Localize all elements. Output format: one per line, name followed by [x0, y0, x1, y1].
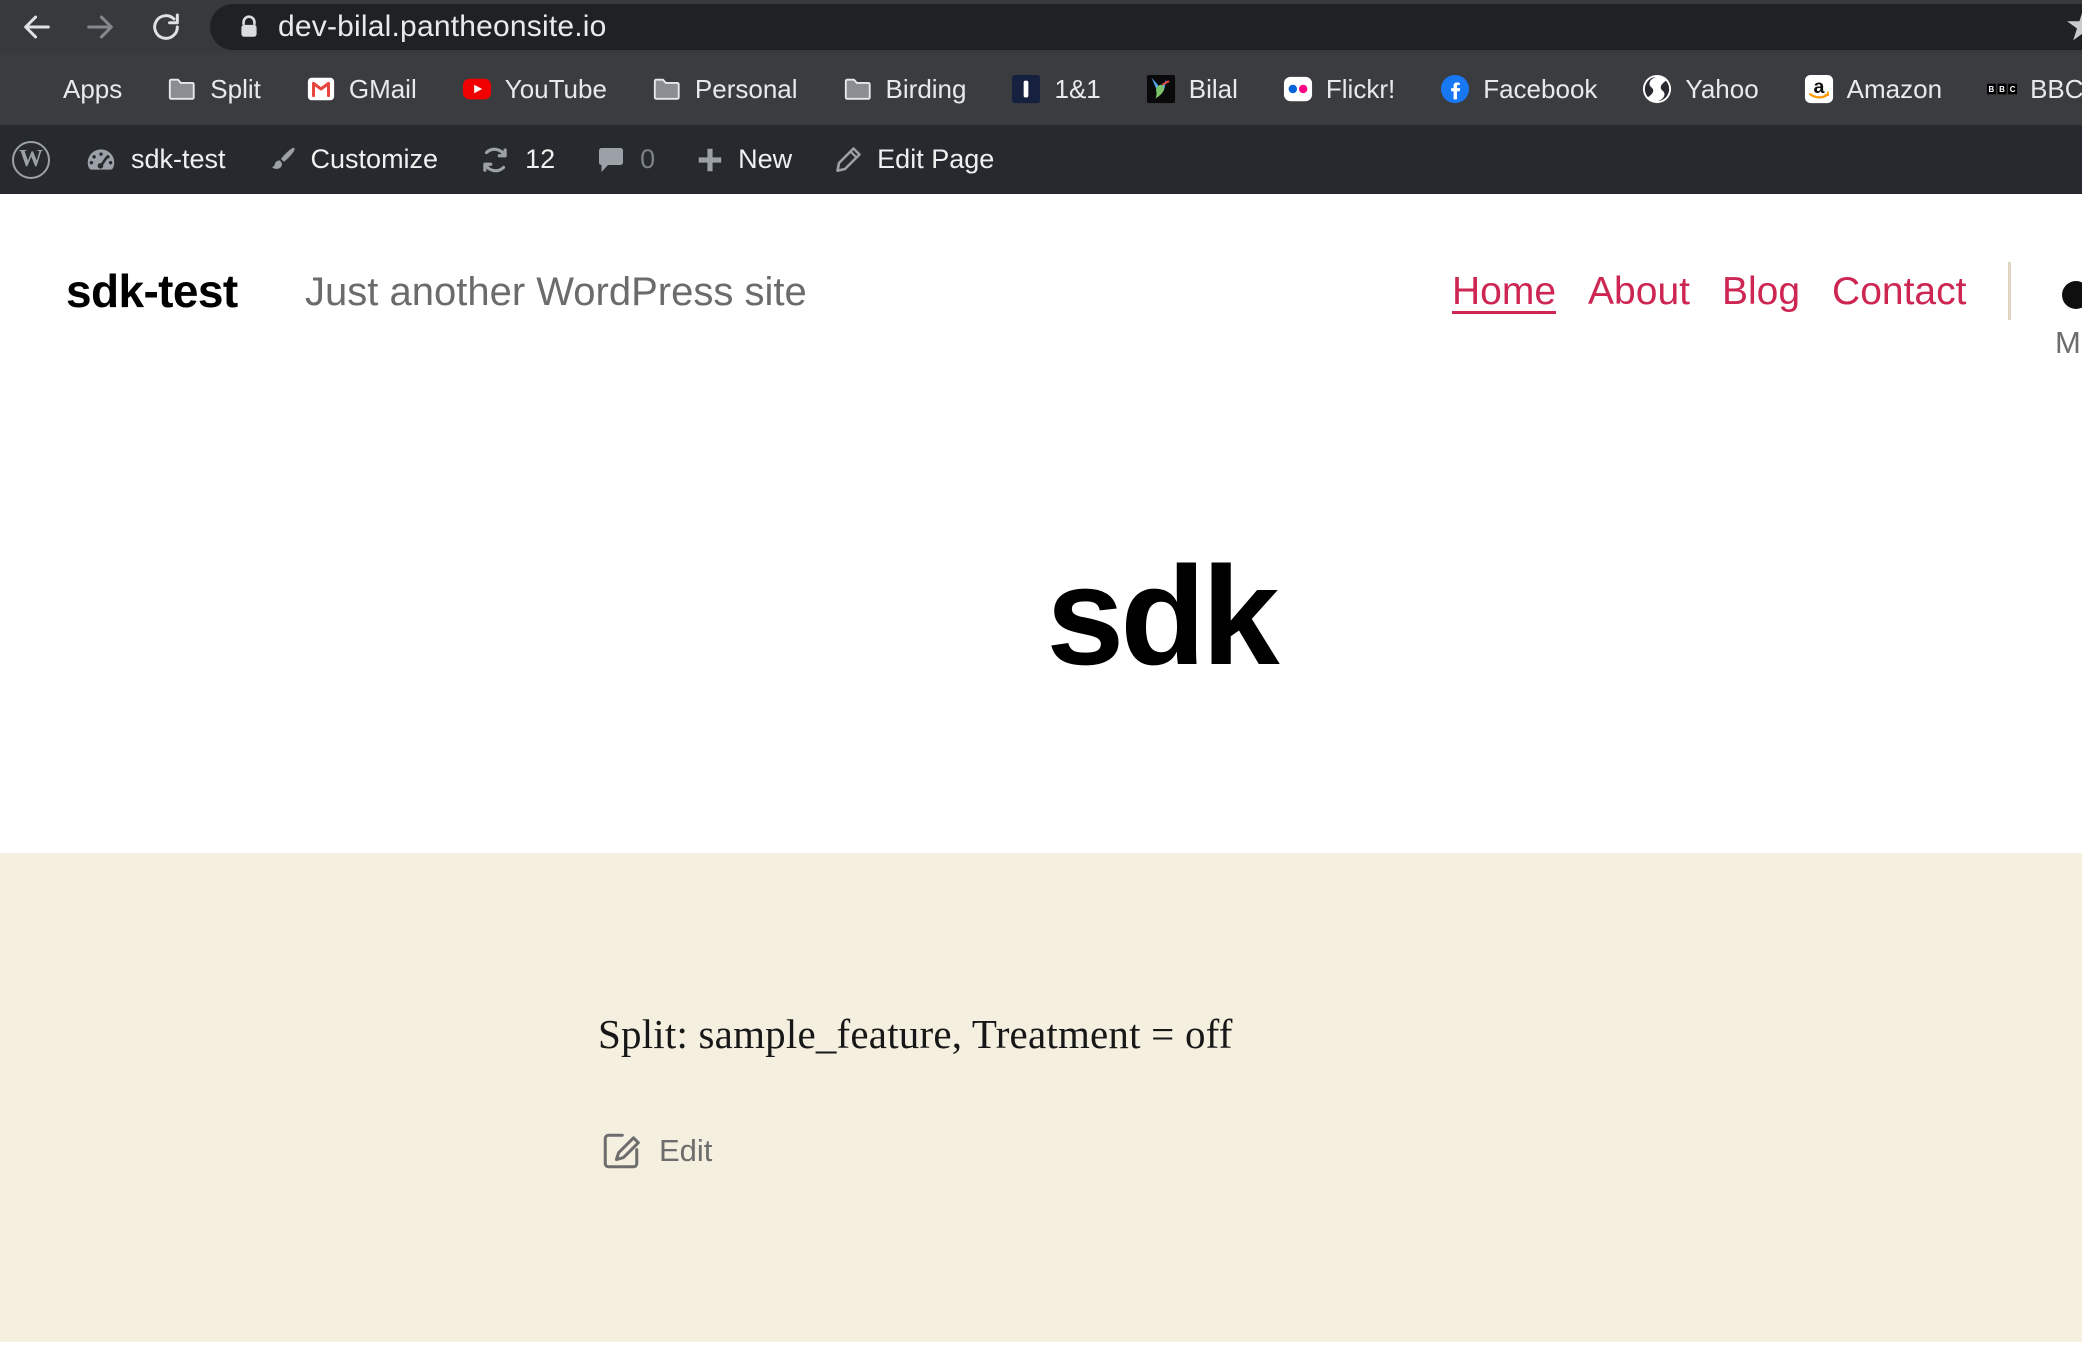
header-divider: [2008, 262, 2011, 320]
nav-contact[interactable]: Contact: [1832, 270, 1966, 314]
bookmark-apps[interactable]: Apps: [20, 74, 122, 105]
wp-admin-bar: W sdk-test Customize 12 0 New Edit Page: [0, 125, 2082, 194]
back-icon: [20, 10, 54, 44]
folder-icon: [652, 74, 682, 104]
bookmark-label: Split: [210, 74, 261, 105]
lock-icon[interactable]: [236, 14, 262, 40]
bookmark-label: YouTube: [505, 74, 607, 105]
bookmarks-bar: Apps Split GMail YouTube Personal Birdin…: [0, 53, 2082, 125]
bookmark-label: Amazon: [1847, 74, 1942, 105]
svg-text:C: C: [2010, 85, 2016, 94]
folder-icon: [167, 74, 197, 104]
menu-dot-icon[interactable]: [2062, 281, 2082, 309]
bookmark-1and1[interactable]: 1&1: [1011, 74, 1100, 105]
admin-customize-label: Customize: [311, 144, 439, 175]
site-logo-sdk[interactable]: sdk: [1046, 546, 1275, 686]
folder-icon: [843, 74, 873, 104]
comments-icon: [595, 144, 627, 176]
flickr-icon: [1283, 74, 1313, 104]
apps-grid-icon: [20, 74, 50, 104]
updates-icon: [478, 143, 512, 177]
customize-brush-icon: [266, 144, 298, 176]
bookmark-bbc[interactable]: BBC BBC: [1987, 74, 2082, 105]
youtube-icon: [462, 74, 492, 104]
svg-text:B: B: [1999, 85, 2005, 94]
admin-updates[interactable]: 12: [478, 143, 555, 177]
bookmark-yahoo[interactable]: Yahoo: [1642, 74, 1758, 105]
site-tagline: Just another WordPress site: [305, 270, 807, 315]
nav-blog[interactable]: Blog: [1722, 270, 1800, 314]
bookmark-bilal[interactable]: Bilal: [1146, 74, 1238, 105]
admin-comments-count: 0: [640, 144, 655, 175]
reload-icon: [149, 10, 183, 44]
bookmark-label: Yahoo: [1685, 74, 1758, 105]
admin-site-label: sdk-test: [131, 144, 226, 175]
svg-text:B: B: [1989, 85, 1995, 94]
back-button[interactable]: [19, 9, 55, 45]
bookmark-amazon[interactable]: a Amazon: [1804, 74, 1942, 105]
plus-icon: [695, 145, 725, 175]
reload-button[interactable]: [148, 9, 184, 45]
bookmark-label: Apps: [63, 74, 122, 105]
bookmark-star-icon[interactable]: ★: [2064, 1, 2082, 50]
primary-nav: Home About Blog Contact: [1452, 270, 1966, 314]
admin-edit-page-label: Edit Page: [877, 144, 994, 175]
admin-comments[interactable]: 0: [595, 144, 655, 176]
bookmark-flickr[interactable]: Flickr!: [1283, 74, 1395, 105]
facebook-icon: [1440, 74, 1470, 104]
gmail-icon: [306, 74, 336, 104]
yahoo-globe-icon: [1642, 74, 1672, 104]
edit-post-icon: [600, 1130, 642, 1172]
site-title[interactable]: sdk-test: [66, 264, 238, 318]
admin-customize[interactable]: Customize: [266, 144, 439, 176]
bookmark-label: BBC: [2030, 74, 2082, 105]
bookmark-label: 1&1: [1054, 74, 1100, 105]
admin-updates-count: 12: [525, 144, 555, 175]
hummingbird-icon: [1146, 74, 1176, 104]
bookmark-personal[interactable]: Personal: [652, 74, 798, 105]
admin-edit-page[interactable]: Edit Page: [832, 144, 994, 176]
admin-new-label: New: [738, 144, 792, 175]
wordpress-logo-icon[interactable]: W: [12, 141, 50, 179]
nav-about[interactable]: About: [1588, 270, 1690, 314]
bookmark-birding[interactable]: Birding: [843, 74, 967, 105]
clipped-menu-label: M: [2055, 325, 2081, 361]
bookmark-label: Personal: [695, 74, 798, 105]
amazon-icon: a: [1804, 74, 1834, 104]
bookmark-split[interactable]: Split: [167, 74, 261, 105]
url-text[interactable]: dev-bilal.pantheonsite.io: [278, 10, 607, 44]
admin-site-name[interactable]: sdk-test: [84, 143, 226, 177]
bookmark-label: GMail: [349, 74, 417, 105]
svg-text:a: a: [1813, 76, 1825, 98]
browser-toolbar: dev-bilal.pantheonsite.io ★: [0, 0, 2082, 53]
bookmark-facebook[interactable]: Facebook: [1440, 74, 1597, 105]
feature-section: [0, 853, 2082, 1342]
edit-post-link[interactable]: Edit: [600, 1130, 712, 1172]
admin-new[interactable]: New: [695, 144, 792, 175]
forward-button[interactable]: [82, 9, 118, 45]
address-bar[interactable]: dev-bilal.pantheonsite.io: [210, 4, 2082, 50]
bookmark-label: Bilal: [1189, 74, 1238, 105]
bbc-icon: BBC: [1987, 74, 2017, 104]
oneandone-icon: [1011, 74, 1041, 104]
bookmark-label: Birding: [886, 74, 967, 105]
split-feature-text: Split: sample_feature, Treatment = off: [598, 1010, 1233, 1058]
dashboard-gauge-icon: [84, 143, 118, 177]
edit-link-label: Edit: [659, 1133, 712, 1169]
nav-home[interactable]: Home: [1452, 270, 1556, 314]
bookmark-youtube[interactable]: YouTube: [462, 74, 607, 105]
bookmark-label: Flickr!: [1326, 74, 1395, 105]
forward-icon: [83, 10, 117, 44]
bookmark-gmail[interactable]: GMail: [306, 74, 417, 105]
edit-pencil-icon: [832, 144, 864, 176]
bookmark-label: Facebook: [1483, 74, 1597, 105]
